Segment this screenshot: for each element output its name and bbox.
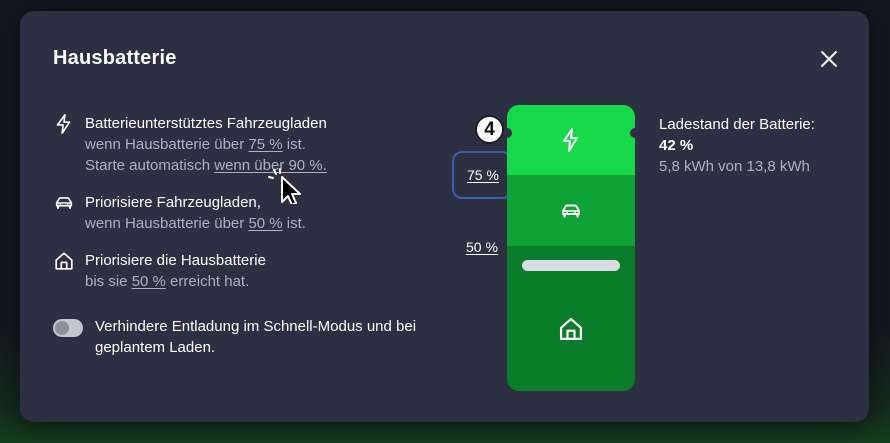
- rule-text: wenn Hausbatterie über: [85, 136, 249, 153]
- car-icon: [562, 204, 580, 218]
- rule-text: bis sie: [85, 273, 132, 290]
- status-energy: 5,8 kWh von 13,8 kWh: [659, 158, 810, 175]
- hausbatterie-modal: Hausbatterie Batterieunterstütztes Fahrz…: [20, 11, 869, 422]
- toggle-knob: [55, 321, 69, 335]
- rule-text: Starte automatisch: [85, 157, 215, 174]
- battery-notch-right: [630, 128, 640, 138]
- battery-status: Ladestand der Batterie: 42 % 5,8 kWh von…: [659, 114, 815, 177]
- threshold-link-50-vehicle[interactable]: 50 %: [248, 215, 282, 232]
- home-icon: [559, 317, 583, 340]
- status-percent: 42 %: [659, 137, 694, 154]
- mouse-cursor-icon: [268, 168, 301, 204]
- status-label: Ladestand der Batterie:: [659, 116, 815, 133]
- modal-title: Hausbatterie: [53, 47, 177, 69]
- rule-title: Batterieunterstütztes Fahrzeugladen: [85, 115, 327, 132]
- step-badge: 4: [475, 115, 504, 144]
- rule-text: ist.: [282, 136, 306, 153]
- rule-title: Priorisiere die Hausbatterie: [85, 252, 266, 269]
- bolt-icon: [563, 128, 578, 152]
- threshold-link-75[interactable]: 75 %: [248, 136, 282, 153]
- prevent-discharge-label: Verhindere Entladung im Schnell-Modus un…: [95, 318, 417, 356]
- home-icon: [55, 252, 73, 270]
- close-icon[interactable]: [817, 47, 841, 71]
- rule-text: erreicht hat.: [165, 273, 250, 290]
- battery-segment-vehicle-boost[interactable]: [507, 105, 635, 175]
- rule-text: ist.: [282, 215, 306, 232]
- threshold-75-label[interactable]: 75 %: [467, 167, 499, 183]
- threshold-50-label[interactable]: 50 %: [466, 239, 498, 255]
- prevent-discharge-toggle[interactable]: [53, 319, 83, 337]
- rule-text: wenn Hausbatterie über: [85, 215, 249, 232]
- car-icon: [55, 197, 73, 210]
- battery-graphic: [507, 105, 635, 391]
- rule-prioritize-home-battery: Priorisiere die Hausbatterie bis sie 50 …: [53, 250, 266, 292]
- battery-segment-vehicle-priority[interactable]: [507, 175, 635, 246]
- battery-level-handle[interactable]: [522, 260, 620, 271]
- bolt-icon: [56, 114, 71, 134]
- threshold-link-50-home[interactable]: 50 %: [132, 273, 166, 290]
